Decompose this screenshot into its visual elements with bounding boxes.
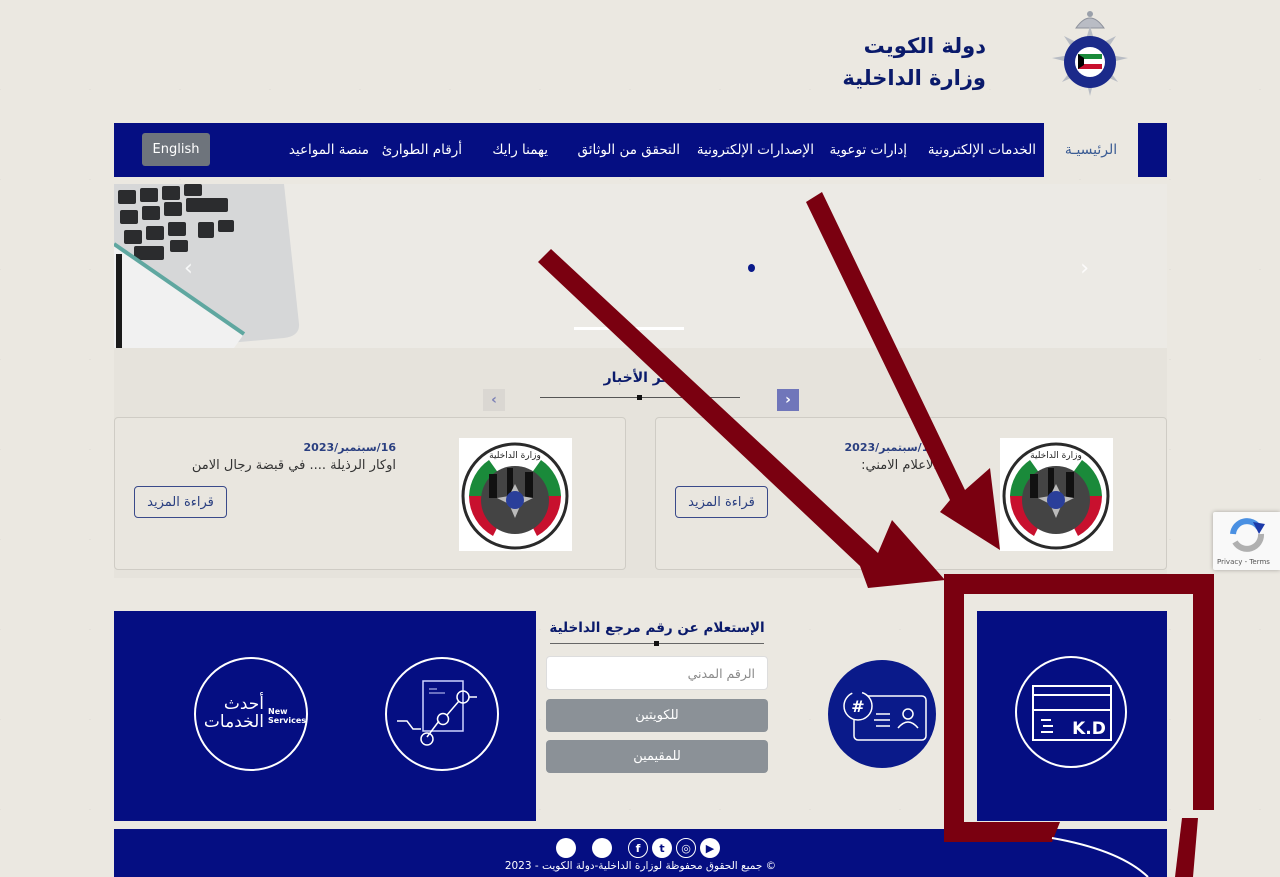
nav-item-feedback[interactable]: يهمنا رايك [492,123,548,177]
social-links: f t ◎ ▶ [556,838,720,858]
title-ministry: وزارة الداخلية [842,66,986,90]
youtube-icon[interactable]: ▶ [700,838,720,858]
kuwaitis-button[interactable]: للكويتين [546,699,768,732]
inquiry-divider-dot [654,641,659,646]
payment-service-panel: K.D [977,611,1167,821]
kuwait-police-logo[interactable] [1038,6,1142,116]
title-country: دولة الكويت [863,34,986,58]
read-more-button[interactable]: قراءة المزيد [675,486,768,518]
nav-item-verify-documents[interactable]: التحقق من الوثائق [577,123,680,177]
slider-prev-button[interactable]: ‹ [184,256,193,281]
slider-next-button[interactable]: › [1080,256,1089,281]
english-language-button[interactable]: English [142,133,210,166]
crown-icon [1075,11,1105,29]
payment-service-button[interactable]: K.D [1015,656,1127,768]
statistics-service-button[interactable] [385,657,499,771]
news-prev-button[interactable]: ‹ [483,389,505,411]
laptop-image [114,184,344,348]
copyright-text: © جميع الحقوق محفوظة لوزارة الداخلية-دول… [504,860,777,872]
residents-button[interactable]: للمقيمين [546,740,768,773]
civil-id-input[interactable] [546,656,768,690]
civil-id-service-button[interactable]: # [828,660,936,768]
news-card: وزارة الداخلية 16/سبتمبر/2023 الاعلام ال… [655,417,1167,570]
new-services-en-label: New Services [268,707,307,725]
hero-slider: ‹ › [114,184,1167,348]
slider-dot-active[interactable] [748,264,755,272]
document-chart-icon [397,680,477,746]
news-card: وزارة الداخلية 16/سبتمبر/2023 اوكار الرذ… [114,417,626,570]
nav-item-emergency-numbers[interactable]: أرقام الطوارئ [382,123,462,177]
android-icon[interactable] [592,838,612,858]
news-date: 16/سبتمبر/2023 [303,441,396,454]
svg-text:K.D: K.D [1072,719,1106,739]
slider-indicator-2[interactable] [634,327,684,330]
nav-item-e-services[interactable]: الخدمات الإلكترونية [928,123,1036,177]
new-services-button[interactable]: أحدث الخدمات New Services [194,657,308,771]
recaptcha-terms[interactable]: Privacy - Terms [1217,558,1270,566]
svg-text:#: # [851,697,864,716]
inquiry-title: الإستعلام عن رقم مرجع الداخلية [549,620,765,636]
site-title: دولة الكويت وزارة الداخلية [842,30,986,94]
news-date: 16/سبتمبر/2023 [844,441,937,454]
news-headline[interactable]: الاعلام الامني: [861,458,937,473]
nav-item-e-publications[interactable]: الإصدارات الإلكترونية [697,123,814,177]
services-panel: أحدث الخدمات New Services [114,611,536,821]
nav-item-awareness[interactable]: إدارات توعوية [829,123,907,177]
apple-icon[interactable] [556,838,576,858]
chevron-left-icon: ‹ [184,256,193,281]
payment-card-icon: K.D [1032,685,1112,741]
moi-media-logo[interactable]: وزارة الداخلية [459,438,572,551]
footer: f t ◎ ▶ © جميع الحقوق محفوظة لوزارة الدا… [114,829,1167,877]
news-headline[interactable]: اوكار الرذيلة .... في قبضة رجال الامن [192,458,396,473]
nav-item-appointments[interactable]: منصة المواعيد [289,123,369,177]
news-next-button[interactable]: › [777,389,799,411]
chevron-left-icon: ‹ [491,392,497,408]
read-more-button[interactable]: قراءة المزيد [134,486,227,518]
svg-text:وزارة الداخلية: وزارة الداخلية [1030,451,1082,461]
recaptcha-badge[interactable]: Privacy - Terms [1213,512,1280,570]
twitter-icon[interactable]: t [652,838,672,858]
svg-text:وزارة الداخلية: وزارة الداخلية [489,451,541,461]
main-nav: الرئيسيـة الخدمات الإلكترونية إدارات توع… [114,123,1167,177]
news-title-divider-dot [637,395,642,400]
new-services-ar-label: أحدث الخدمات [203,694,264,732]
chevron-right-icon: › [1080,256,1089,281]
id-card-refresh-icon: # [843,691,927,741]
chevron-right-icon: › [785,392,791,408]
instagram-icon[interactable]: ◎ [676,838,696,858]
nav-item-home[interactable]: الرئيسيـة [1044,123,1138,177]
news-section-title: آخر الأخبار [603,370,677,386]
slider-indicator-1[interactable] [574,327,624,330]
moi-media-logo[interactable]: وزارة الداخلية [1000,438,1113,551]
recaptcha-icon [1230,518,1265,552]
facebook-icon[interactable]: f [628,838,648,858]
